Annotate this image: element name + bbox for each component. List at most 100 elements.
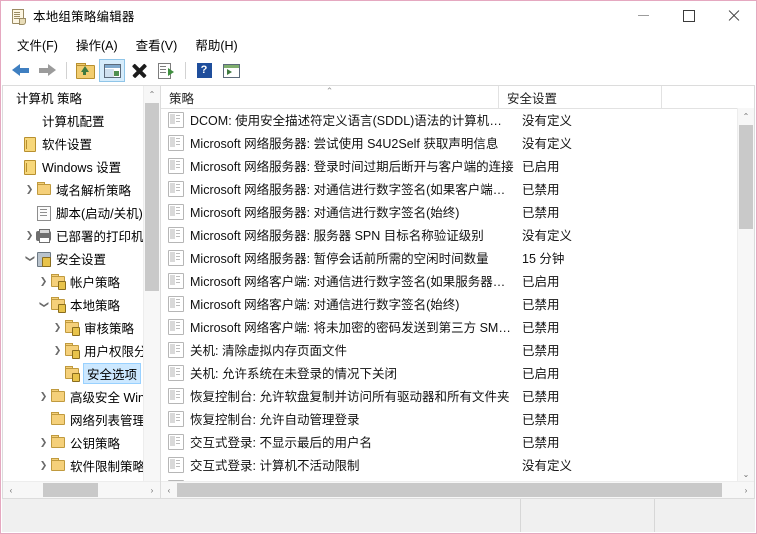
tree-item-3[interactable]: 域名解析策略 [3, 178, 145, 201]
table-row[interactable]: Microsoft 网络服务器: 暂停会话前所需的空闲时间数量15 分钟 [161, 246, 738, 269]
policy-name-cell: Microsoft 网络服务器: 暂停会话前所需的空闲时间数量 [190, 248, 514, 267]
tree-item-10[interactable]: 用户权限分配 [3, 339, 145, 362]
chevron-right-icon[interactable] [23, 185, 36, 194]
list-scroll-left-button[interactable]: ‹ [161, 482, 177, 498]
tree-item-9[interactable]: 审核策略 [3, 316, 145, 339]
chevron-right-icon[interactable] [23, 231, 36, 240]
policy-name-cell: 关机: 清除虚拟内存页面文件 [190, 340, 514, 359]
tree-item-15[interactable]: 软件限制策略 [3, 454, 145, 477]
tree-scroll-up-button[interactable]: ⌃ [144, 86, 160, 102]
status-cell-2 [521, 499, 655, 532]
tree-item-2[interactable]: Windows 设置 [3, 155, 145, 178]
tree-hscroll-thumb[interactable] [43, 483, 98, 497]
tree-item-8[interactable]: 本地策略 [3, 293, 145, 316]
chevron-right-icon[interactable] [51, 323, 64, 332]
tree-item-4[interactable]: 脚本(启动/关机) [3, 201, 145, 224]
table-row[interactable]: Microsoft 网络客户端: 对通信进行数字签名(如果服务器允...已启用 [161, 269, 738, 292]
policy-setting-icon [168, 227, 184, 243]
tree-item-13[interactable]: 网络列表管理器 [3, 408, 145, 431]
list-hscroll-thumb[interactable] [177, 483, 722, 497]
tree-item-11[interactable]: 安全选项 [3, 362, 145, 385]
table-row[interactable]: Microsoft 网络客户端: 对通信进行数字签名(始终)已禁用 [161, 292, 738, 315]
toolbar: ? [1, 57, 756, 85]
policy-setting-icon [168, 158, 184, 174]
tree-scroll-left-button[interactable]: ‹ [3, 482, 19, 498]
table-row[interactable]: DCOM: 使用安全描述符定义语言(SDDL)语法的计算机启动...没有定义 [161, 108, 738, 131]
forward-button[interactable] [34, 59, 60, 82]
menu-file[interactable]: 文件(F) [8, 32, 67, 57]
menu-help[interactable]: 帮助(H) [186, 32, 246, 57]
list-horizontal-scrollbar[interactable]: ‹ › [161, 481, 754, 498]
chevron-right-icon[interactable] [37, 392, 50, 401]
chevron-right-icon[interactable] [51, 346, 64, 355]
delete-button[interactable] [126, 59, 152, 82]
table-row[interactable]: Microsoft 网络服务器: 尝试使用 S4U2Self 获取声明信息没有定… [161, 131, 738, 154]
list-scroll-right-button[interactable]: › [738, 482, 754, 498]
tree-item-6[interactable]: 安全设置 [3, 247, 145, 270]
table-row[interactable]: 交互式登录: 计算机不活动限制没有定义 [161, 453, 738, 476]
tree-item-label: 计算机配置 [42, 111, 105, 130]
tree-item-label: 用户权限分配 [84, 341, 143, 360]
show-pane-button[interactable] [218, 59, 244, 82]
table-row[interactable]: 交互式登录: 不显示最后的用户名已禁用 [161, 430, 738, 453]
list-scroll-thumb[interactable] [739, 125, 753, 229]
export-list-button[interactable] [153, 59, 179, 82]
status-cell-3 [655, 499, 755, 532]
policy-setting-cell: 已禁用 [514, 432, 677, 451]
policy-setting-icon [168, 319, 184, 335]
policy-name-cell: 恢复控制台: 允许软盘复制并访问所有驱动器和所有文件夹 [190, 386, 514, 405]
folder-icon [50, 459, 66, 473]
tree-item-0[interactable]: 计算机配置 [3, 109, 145, 132]
table-row[interactable]: Microsoft 网络服务器: 服务器 SPN 目标名称验证级别没有定义 [161, 223, 738, 246]
menu-view[interactable]: 查看(V) [127, 32, 187, 57]
tree-horizontal-scrollbar[interactable]: ‹ › [3, 481, 160, 498]
tree-root-label: 计算机 策略 [16, 88, 82, 107]
up-one-level-button[interactable] [72, 59, 98, 82]
tree-item-5[interactable]: 已部署的打印机 [3, 224, 145, 247]
tree-scroll-right-button[interactable]: › [144, 482, 160, 498]
table-row[interactable]: 恢复控制台: 允许软盘复制并访问所有驱动器和所有文件夹已禁用 [161, 384, 738, 407]
back-arrow-icon [12, 64, 29, 77]
table-row[interactable]: 关机: 允许系统在未登录的情况下关闭已启用 [161, 361, 738, 384]
chevron-right-icon[interactable] [37, 438, 50, 447]
policy-setting-cell: 没有定义 [514, 110, 677, 129]
table-row[interactable]: Microsoft 网络服务器: 登录时间过期后断开与客户端的连接已启用 [161, 154, 738, 177]
tree-vertical-scrollbar[interactable]: ⌃ ⌄ [143, 86, 160, 498]
column-security-setting[interactable]: 安全设置 [499, 86, 662, 108]
tree-scroll-thumb[interactable] [145, 103, 159, 291]
menu-action[interactable]: 操作(A) [67, 32, 127, 57]
chevron-down-icon[interactable] [37, 300, 50, 309]
policy-setting-icon [168, 388, 184, 404]
folder-icon [50, 390, 66, 404]
tree-item-7[interactable]: 帐户策略 [3, 270, 145, 293]
list-scroll-up-button[interactable]: ⌃ [738, 108, 754, 124]
table-row[interactable]: Microsoft 网络客户端: 将未加密的密码发送到第三方 SMB...已禁用 [161, 315, 738, 338]
list-scroll-down-button[interactable]: ⌄ [738, 466, 754, 482]
table-row[interactable]: 关机: 清除虚拟内存页面文件已禁用 [161, 338, 738, 361]
tree-item-label: 高级安全 Windows [70, 387, 143, 406]
tree-root-header: 计算机 策略 [3, 86, 145, 109]
column-policy[interactable]: 策略 ⌃ [161, 86, 499, 108]
list-vertical-scrollbar[interactable]: ⌃ ⌄ [737, 108, 754, 482]
table-row[interactable]: Microsoft 网络服务器: 对通信进行数字签名(如果客户端允...已禁用 [161, 177, 738, 200]
back-button[interactable] [7, 59, 33, 82]
tree-item-14[interactable]: 公钥策略 [3, 431, 145, 454]
close-button[interactable] [711, 1, 756, 30]
chevron-right-icon[interactable] [37, 277, 50, 286]
help-button[interactable]: ? [191, 59, 217, 82]
minimize-button[interactable] [621, 1, 666, 30]
table-row[interactable]: 恢复控制台: 允许自动管理登录已禁用 [161, 407, 738, 430]
policy-name-cell: Microsoft 网络服务器: 服务器 SPN 目标名称验证级别 [190, 225, 514, 244]
minimize-icon [638, 15, 649, 16]
tree-item-label: 域名解析策略 [56, 180, 131, 199]
sort-ascending-icon: ⌃ [326, 87, 334, 96]
policy-name-cell: Microsoft 网络客户端: 对通信进行数字签名(如果服务器允... [190, 271, 514, 290]
tree-item-1[interactable]: 软件设置 [3, 132, 145, 155]
policy-name-cell: 交互式登录: 不显示最后的用户名 [190, 432, 514, 451]
table-row[interactable]: Microsoft 网络服务器: 对通信进行数字签名(始终)已禁用 [161, 200, 738, 223]
maximize-button[interactable] [666, 1, 711, 30]
chevron-right-icon[interactable] [37, 461, 50, 470]
show-hide-tree-button[interactable] [99, 59, 125, 82]
tree-item-12[interactable]: 高级安全 Windows [3, 385, 145, 408]
chevron-down-icon[interactable] [23, 254, 36, 263]
